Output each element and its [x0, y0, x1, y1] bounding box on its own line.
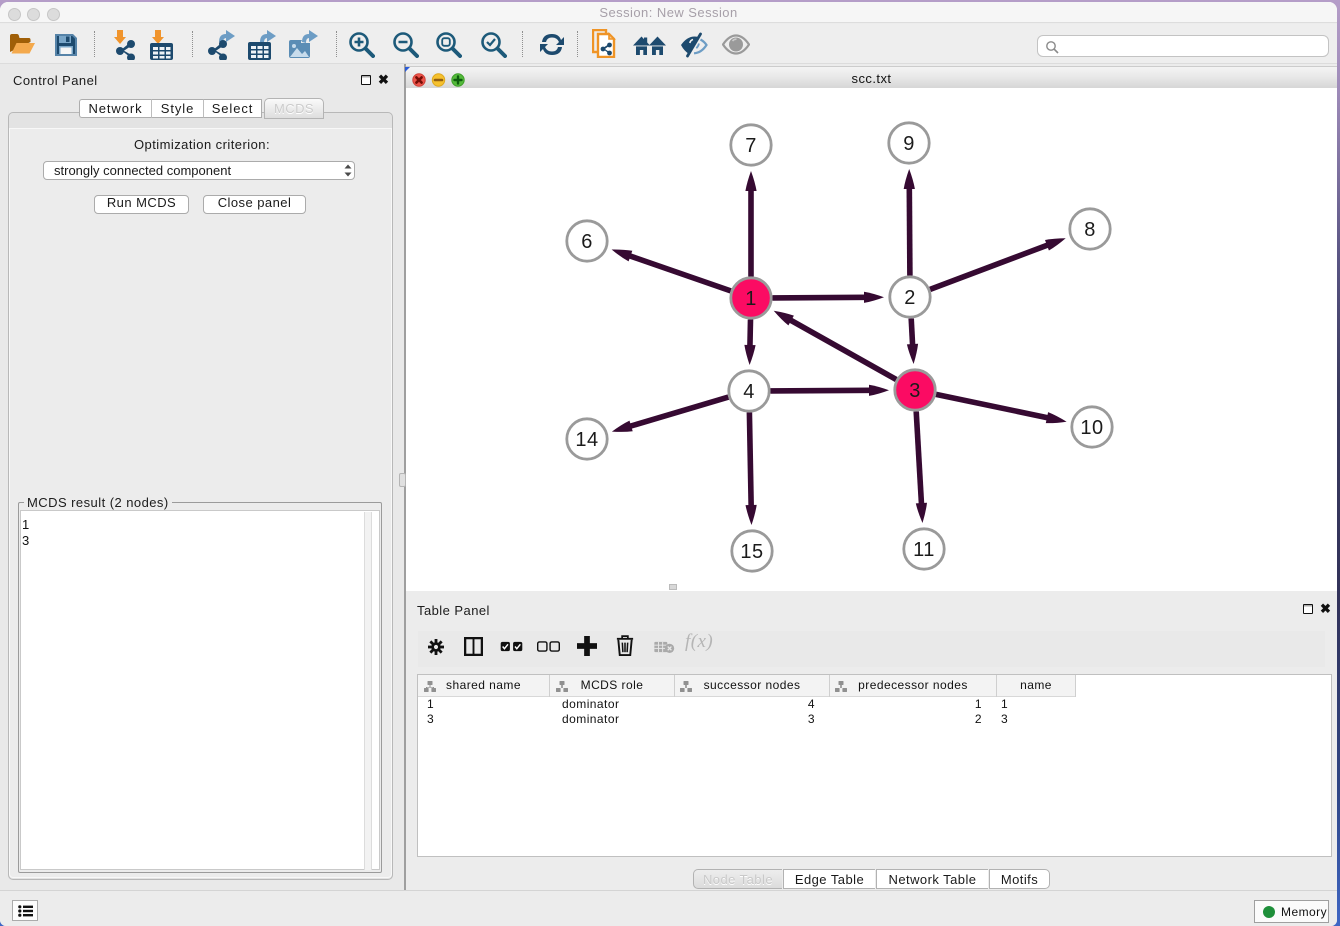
svg-text:10: 10	[1080, 417, 1103, 439]
svg-text:11: 11	[913, 539, 935, 561]
svg-text:2: 2	[904, 287, 916, 309]
svg-text:7: 7	[745, 135, 757, 157]
svg-text:15: 15	[740, 541, 763, 563]
svg-text:3: 3	[909, 380, 921, 402]
svg-text:1: 1	[745, 288, 757, 310]
svg-text:8: 8	[1084, 219, 1096, 241]
svg-text:9: 9	[903, 133, 915, 155]
svg-text:4: 4	[743, 381, 755, 403]
svg-text:6: 6	[581, 231, 593, 253]
svg-text:14: 14	[575, 429, 598, 451]
